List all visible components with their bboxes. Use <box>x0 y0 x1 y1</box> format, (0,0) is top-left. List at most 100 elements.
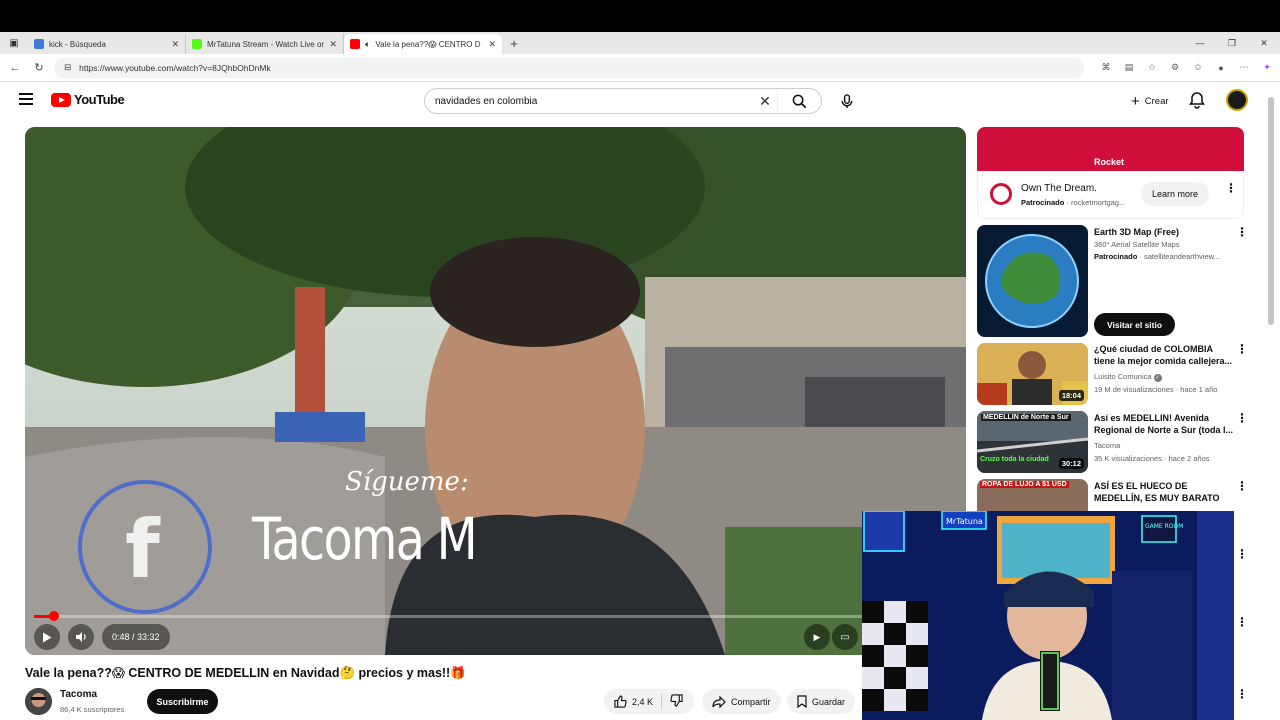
video-more-icon[interactable]: ⋮ <box>1236 616 1248 628</box>
video-more-icon[interactable]: ⋮ <box>1236 688 1248 700</box>
video-thumbnail[interactable]: 18:04 <box>977 343 1088 405</box>
translate-icon[interactable]: ⌘ <box>1099 61 1113 75</box>
bookmark-icon <box>797 695 807 708</box>
browser-tab-youtube[interactable]: 🔈︎ Vale la pena??😱 CENTRO D ✕ <box>344 34 502 54</box>
minimize-icon[interactable]: — <box>1184 38 1216 48</box>
thumbnail-text: ROPA DE LUJO A $1 USD <box>980 481 1069 488</box>
search-button[interactable] <box>777 89 821 113</box>
youtube-logo[interactable]: YouTube <box>51 92 125 107</box>
video-duration: 18:04 <box>1058 390 1084 401</box>
url-field[interactable]: ⊟ https://www.youtube.com/watch?v=8JQhbO… <box>54 57 1084 78</box>
search-box[interactable]: navidades en colombia ✕ <box>424 88 822 114</box>
neon-game-room-text: GAME ROOM <box>1145 523 1183 530</box>
channel-name[interactable]: Tacoma <box>60 689 97 700</box>
dislike-button[interactable] <box>670 694 683 709</box>
tab-actions-icon[interactable]: ▣ <box>0 32 28 54</box>
verified-icon: ✓ <box>1153 374 1162 382</box>
browser-tab-kick[interactable]: kick - Búsqueda ✕ <box>28 34 186 54</box>
search-icon <box>792 94 807 108</box>
extension-icon[interactable]: ⚙ <box>1168 61 1182 75</box>
ad-banner[interactable]: Rocket <box>977 127 1244 171</box>
collections-icon[interactable]: ✩ <box>1191 61 1205 75</box>
more-icon[interactable]: ⋯ <box>1237 61 1251 75</box>
thumbnail-text-2: Cruzo toda la ciudad <box>980 456 1049 463</box>
ad-title[interactable]: Own The Dream. <box>1021 183 1097 194</box>
video-title[interactable]: ¿Qué ciudad de COLOMBIA tiene la mejor c… <box>1094 343 1234 367</box>
learn-more-button[interactable]: Learn more <box>1141 182 1209 206</box>
video-more-icon[interactable]: ⋮ <box>1236 480 1248 492</box>
subtitles-button[interactable]: ▭ <box>832 624 858 650</box>
tab-label: MrTatuna Stream - Watch Live on <box>207 39 325 49</box>
autoplay-toggle[interactable]: ▶ <box>804 624 830 650</box>
favorite-icon[interactable]: ☆ <box>1145 61 1159 75</box>
like-button[interactable]: 2,4 K <box>614 695 653 708</box>
site-info-icon[interactable]: ⊟ <box>64 62 71 73</box>
webcam-frame: MrTatuna GAME ROOM <box>862 511 1234 720</box>
ad2-thumbnail[interactable] <box>977 225 1088 337</box>
advertiser-logo[interactable] <box>990 183 1012 205</box>
like-dislike-group: 2,4 K <box>604 689 694 714</box>
close-tab-icon[interactable]: ✕ <box>488 39 496 50</box>
reload-icon[interactable]: ↻ <box>30 59 48 77</box>
volume-button[interactable] <box>68 624 94 650</box>
progress-bar[interactable] <box>34 611 864 621</box>
tab-label: Vale la pena??😱 CENTRO D <box>375 39 481 49</box>
video-duration: 30:12 <box>1058 458 1084 469</box>
clear-search-icon[interactable]: ✕ <box>753 93 777 110</box>
ad-more-icon[interactable]: ⋮ <box>1225 182 1237 194</box>
speaker-icon[interactable]: 🔈︎ <box>365 39 370 50</box>
notifications-bell-icon[interactable] <box>1188 91 1206 109</box>
browser-tab-bar: ▣ kick - Búsqueda ✕ MrTatuna Stream - Wa… <box>0 32 1280 54</box>
svg-text:f: f <box>125 503 161 596</box>
video-thumbnail[interactable]: MEDELLIN de Norte a Sur Cruzo toda la ci… <box>977 411 1088 473</box>
copilot-icon[interactable]: ✦ <box>1260 61 1274 75</box>
close-window-icon[interactable]: ✕ <box>1248 38 1280 49</box>
create-button[interactable]: + Crear <box>1121 89 1179 113</box>
video-meta: 19 M de visualizaciones · hace 1 año <box>1094 385 1218 394</box>
reader-icon[interactable]: ▤ <box>1122 61 1136 75</box>
webcam-overlay: MrTatuna GAME ROOM <box>862 511 1234 720</box>
youtube-header: YouTube navidades en colombia ✕ + Crear <box>0 83 1280 117</box>
video-channel[interactable]: Tacoma <box>1094 441 1239 450</box>
progress-scrubber[interactable] <box>48 611 59 621</box>
subscribe-button[interactable]: Suscribirme <box>147 689 218 714</box>
like-count: 2,4 K <box>632 696 654 707</box>
save-button[interactable]: Guardar <box>787 689 856 714</box>
browser-toolbar-icons: ⌘ ▤ ☆ ⚙ ✩ ● ⋯ ✦ <box>1099 61 1274 75</box>
share-icon <box>712 695 726 708</box>
ad2-domain: satelliteandearthview... <box>1144 252 1220 261</box>
page-scrollbar[interactable] <box>1268 97 1274 325</box>
search-input[interactable]: navidades en colombia <box>435 96 753 107</box>
share-button[interactable]: Compartir <box>702 689 781 714</box>
video-thumbnail[interactable]: ROPA DE LUJO A $1 USD <box>977 479 1088 511</box>
browser-tab-mrtatuna[interactable]: MrTatuna Stream - Watch Live on ✕ <box>186 34 344 54</box>
ad2-title[interactable]: Earth 3D Map (Free) <box>1094 226 1234 238</box>
video-more-icon[interactable]: ⋮ <box>1236 548 1248 560</box>
voice-search-button[interactable] <box>836 90 858 112</box>
ad-domain: rocketmortgag... <box>1071 198 1126 207</box>
new-tab-button[interactable]: + <box>502 34 526 54</box>
restore-icon[interactable]: ❐ <box>1216 38 1248 49</box>
video-title[interactable]: ASÍ ES EL HUECO DE MEDELLÍN, ES MUY BARA… <box>1094 480 1234 504</box>
video-player[interactable]: f Sígueme: Tacoma M <box>25 127 966 655</box>
overlay-name: Tacoma M <box>252 505 478 573</box>
profile-icon[interactable]: ● <box>1214 61 1228 75</box>
ad-info: Own The Dream. Patrocinado · rocketmortg… <box>977 171 1244 219</box>
overlay-subtitle: Sígueme: <box>345 467 469 497</box>
close-tab-icon[interactable]: ✕ <box>171 39 179 50</box>
channel-avatar[interactable] <box>25 688 52 715</box>
video-more-icon[interactable]: ⋮ <box>1236 412 1248 424</box>
close-tab-icon[interactable]: ✕ <box>329 39 337 50</box>
visit-site-button[interactable]: Visitar el sitio <box>1094 313 1175 336</box>
ad2-more-icon[interactable]: ⋮ <box>1236 226 1248 238</box>
video-title[interactable]: Así es MEDELLIN! Avenida Regional de Nor… <box>1094 412 1234 436</box>
menu-icon[interactable] <box>19 93 33 105</box>
back-icon[interactable]: ← <box>6 59 24 77</box>
video-more-icon[interactable]: ⋮ <box>1236 343 1248 355</box>
account-avatar[interactable] <box>1226 89 1248 111</box>
subscriber-count: 86,4 K suscriptores <box>60 705 125 714</box>
share-label: Compartir <box>731 696 771 707</box>
video-channel[interactable]: Luisito Comunica ✓ <box>1094 372 1239 382</box>
youtube-wordmark: YouTube <box>74 92 125 107</box>
play-button[interactable] <box>34 624 60 650</box>
